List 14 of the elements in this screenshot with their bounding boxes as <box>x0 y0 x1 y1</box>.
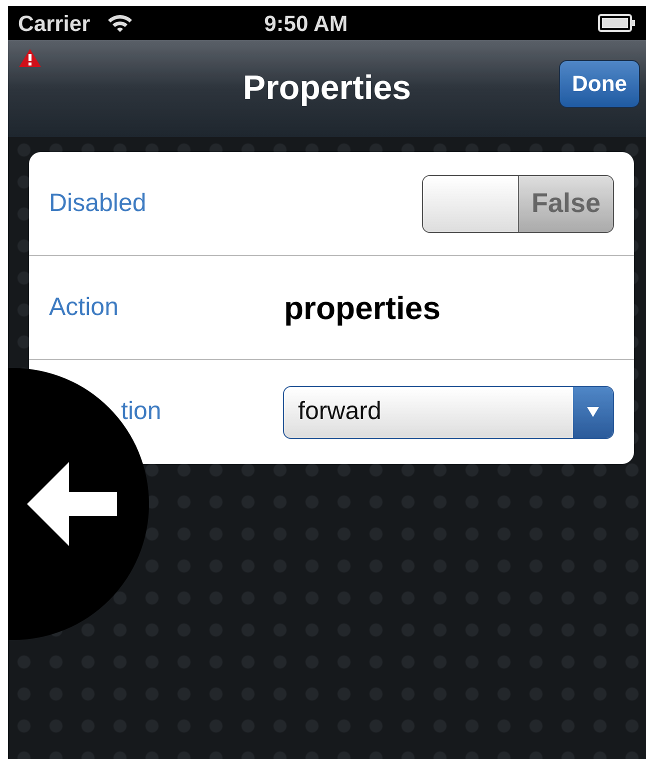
toggle-switch[interactable]: False <box>422 174 614 232</box>
carrier-name: Carrier <box>18 10 90 38</box>
property-label: tion <box>120 396 162 428</box>
caret-icon <box>586 406 600 418</box>
clock-time: 9:50 AM <box>264 10 348 38</box>
screen-title: Properties <box>242 68 412 109</box>
battery-icon <box>598 13 636 33</box>
back-arrow-icon <box>27 462 119 546</box>
wifi-icon <box>106 13 134 33</box>
property-label: Action <box>49 292 120 323</box>
done-button[interactable]: Done <box>559 60 640 108</box>
dropdown-select[interactable]: forward <box>283 386 614 438</box>
property-value: properties <box>284 288 440 328</box>
property-label: Disabled <box>49 188 148 219</box>
